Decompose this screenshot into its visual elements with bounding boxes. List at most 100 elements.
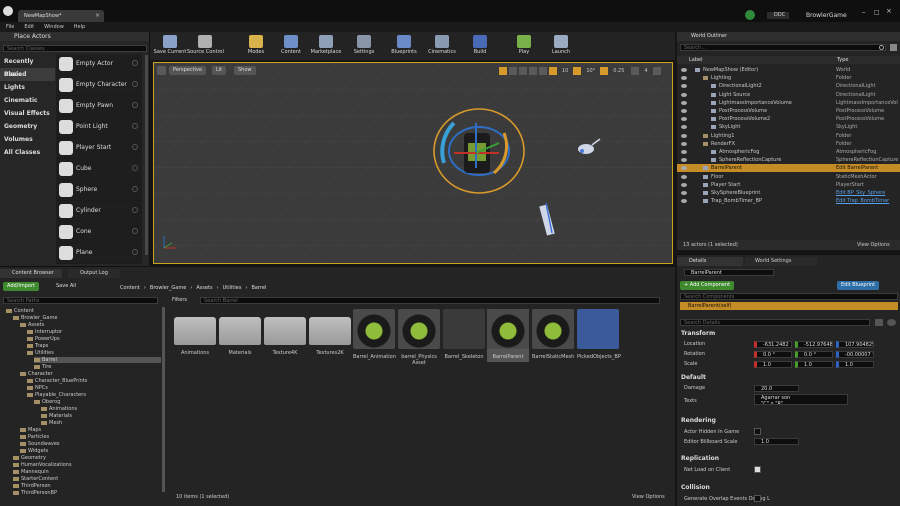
camera-speed-icon[interactable] [631, 66, 640, 75]
output-log-tab[interactable]: Output Log [68, 269, 120, 278]
close-icon[interactable]: × [95, 12, 100, 19]
help-icon[interactable] [132, 165, 138, 171]
outliner-row[interactable]: Light Source DirectionalLight [677, 91, 900, 99]
outliner-row[interactable]: SphereReflectionCapture SphereReflectionC… [677, 156, 900, 164]
tree-folder-particles[interactable]: Particles [20, 434, 49, 440]
place-actors-tab[interactable]: Place Actors [0, 32, 149, 41]
details-tab[interactable]: Details [677, 257, 743, 266]
tree-folder-thirdpersonbp[interactable]: ThirdPersonBP [13, 490, 57, 496]
surface-snap-icon[interactable] [539, 66, 547, 75]
outliner-row[interactable]: SkySphereBlueprint Edit BP_Sky_Sphere [677, 189, 900, 197]
help-icon[interactable] [132, 228, 138, 234]
visibility-eye-icon[interactable] [681, 141, 687, 146]
breadcrumb-browler-game[interactable]: Browler_Game [150, 285, 186, 291]
asset-barrel-physics-asset[interactable]: barrel_Physics Asset [398, 309, 440, 366]
rotation-y-field[interactable]: 0.0 ° [795, 351, 833, 358]
visibility-eye-icon[interactable] [681, 133, 687, 138]
toolbar-play-button[interactable]: Play [506, 34, 542, 60]
scale-mode-icon[interactable] [519, 66, 527, 75]
replication-section[interactable]: Replication [677, 454, 900, 463]
visibility-eye-icon[interactable] [681, 117, 687, 122]
category-cinematic[interactable]: Cinematic [0, 94, 55, 107]
asset-materials[interactable]: Materials [219, 309, 261, 356]
menu-help[interactable]: Help [74, 24, 85, 30]
outliner-row[interactable]: SkyLight SkyLight [677, 123, 900, 131]
scale-snap-icon[interactable] [600, 66, 609, 75]
visibility-eye-icon[interactable] [681, 100, 687, 105]
toolbar-build-button[interactable]: Build [462, 34, 498, 60]
breadcrumb-barrel[interactable]: Barrel [251, 285, 266, 291]
visibility-eye-icon[interactable] [681, 174, 687, 179]
tree-folder-interruptor[interactable]: Interruptor [27, 329, 62, 335]
tree-folder-powerups[interactable]: PowerUps [27, 336, 60, 342]
net-load-checkbox[interactable] [754, 466, 761, 473]
visibility-eye-icon[interactable] [681, 92, 687, 97]
outliner-row[interactable]: AtmosphericFog AtmosphericFog [677, 148, 900, 156]
asset-animations[interactable]: Animations [174, 309, 216, 356]
visibility-eye-icon[interactable] [681, 166, 687, 171]
menu-window[interactable]: Window [44, 24, 64, 30]
details-visibility-icon[interactable] [887, 319, 896, 326]
add-import-button[interactable]: Add/Import [3, 282, 39, 291]
actor-item-sphere[interactable]: Sphere [56, 180, 142, 201]
location-z-field[interactable]: 107.904825 [836, 341, 874, 348]
help-icon[interactable] [132, 60, 138, 66]
outliner-row[interactable]: Lighting1 Folder [677, 132, 900, 140]
actor-item-cone[interactable]: Cone [56, 222, 142, 243]
grid-snap-icon[interactable] [549, 66, 557, 75]
cb-view-options[interactable]: View Options [632, 494, 665, 500]
asset-pickedobjects-bp[interactable]: PickedObjects_BP [577, 309, 621, 360]
category-lights[interactable]: Lights [0, 81, 55, 94]
visibility-eye-icon[interactable] [681, 84, 687, 89]
breadcrumb-assets[interactable]: Assets [196, 285, 212, 291]
col-label-header[interactable]: Label [689, 57, 703, 63]
actor-item-cylinder[interactable]: Cylinder [56, 201, 142, 222]
location-x-field[interactable]: -631.2482 [754, 341, 792, 348]
actor-item-player-start[interactable]: Player Start [56, 138, 142, 159]
tree-scrollbar[interactable] [162, 307, 165, 492]
tree-folder-traps[interactable]: Traps [27, 343, 48, 349]
edit-blueprint-button[interactable]: Edit Blueprint [837, 281, 880, 290]
tree-folder-animations[interactable]: Animations [41, 406, 77, 412]
tree-folder-maps[interactable]: Maps [20, 427, 41, 433]
texts-field[interactable]: Agarrar son "C" x "R" [754, 394, 848, 405]
minimize-button[interactable]: – [862, 8, 866, 16]
grid-snap-value[interactable]: 10 [559, 66, 572, 75]
help-icon[interactable] [132, 186, 138, 192]
actor-list-scrollbar[interactable] [145, 55, 148, 255]
help-icon[interactable] [132, 144, 138, 150]
rotate-mode-icon[interactable] [509, 66, 517, 75]
tree-folder-mesh[interactable]: Mesh [41, 420, 62, 426]
perspective-button[interactable]: Perspective [169, 66, 206, 75]
category-basic[interactable]: Basic [0, 68, 55, 81]
tree-folder-assets[interactable]: Assets [20, 322, 44, 328]
outliner-row[interactable]: RenderFX Folder [677, 140, 900, 148]
tree-folder-mannequin[interactable]: Mannequin [13, 469, 49, 475]
tree-folder-content[interactable]: Content [6, 308, 34, 314]
outliner-row[interactable]: Lighting Folder [677, 74, 900, 82]
outliner-row[interactable]: PostProcessVolume PostProcessVolume [677, 107, 900, 115]
outliner-row-type[interactable]: Edit Trap_BombTimer [836, 197, 889, 205]
actor-name-field[interactable]: BarrelParent [684, 269, 774, 276]
outliner-search-input[interactable]: Search... [680, 44, 886, 51]
rotation-z-field[interactable]: -00.00007 ° [836, 351, 874, 358]
category-volumes[interactable]: Volumes [0, 133, 55, 146]
toolbar-marketplace-button[interactable]: Marketplace [308, 34, 344, 60]
col-type-header[interactable]: Type [837, 57, 848, 63]
outliner-row-type[interactable]: Edit BP_Sky_Sphere [836, 189, 885, 197]
outliner-row[interactable]: NewMapShow (Editor) World [677, 66, 900, 74]
actor-item-point-light[interactable]: Point Light [56, 117, 142, 138]
toolbar-blueprints-button[interactable]: Blueprints [386, 34, 422, 60]
tree-folder-browler-game[interactable]: Browler_Game [13, 315, 57, 321]
add-component-button[interactable]: + Add Component [680, 281, 735, 290]
maximize-viewport-icon[interactable] [652, 66, 661, 75]
visibility-eye-icon[interactable] [681, 158, 687, 163]
tree-folder-tire[interactable]: Tire [34, 364, 51, 370]
filters-button[interactable]: Filters [172, 297, 187, 304]
rotation-snap-value[interactable]: 10° [583, 66, 599, 75]
category-geometry[interactable]: Geometry [0, 120, 55, 133]
actor-item-cube[interactable]: Cube [56, 159, 142, 180]
asset-search-input[interactable]: Search Barrel [200, 297, 660, 304]
collision-section[interactable]: Collision [677, 483, 900, 492]
content-browser-tab[interactable]: Content Browser [0, 269, 62, 278]
